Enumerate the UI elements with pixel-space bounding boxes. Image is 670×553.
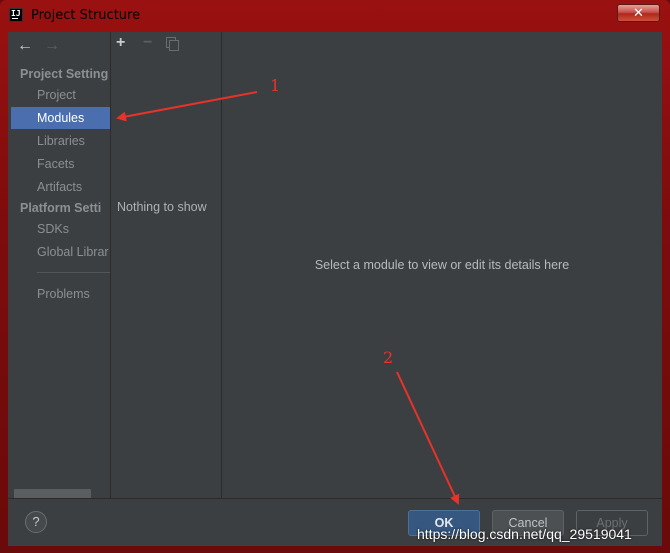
nav-item-global-libraries[interactable]: Global Librar [11,241,110,263]
project-settings-header: Project Setting [20,67,109,81]
platform-settings-header: Platform Setti [20,201,102,215]
footer-divider [8,498,662,499]
back-arrow-icon[interactable]: ← [17,37,33,55]
window-frame: IJ Project Structure ✕ ← → Project Setti… [0,0,670,553]
dialog-content: ← → Project Setting Project Modules Libr… [8,32,662,546]
module-list-panel: + − Nothing to show [111,32,221,498]
window-title: Project Structure [31,8,141,23]
nav-item-modules[interactable]: Modules [11,107,110,129]
nav-item-problems[interactable]: Problems [11,283,110,305]
close-button[interactable]: ✕ [617,4,660,22]
nav-item-sdks[interactable]: SDKs [11,218,110,240]
nav-horizontal-scrollbar[interactable] [14,489,91,498]
module-detail-panel: Select a module to view or edit its deta… [222,32,662,498]
nav-item-libraries[interactable]: Libraries [11,130,110,152]
annotation-label-1: 1 [270,76,281,95]
nav-item-project[interactable]: Project [11,84,110,106]
module-list-empty-text: Nothing to show [117,200,207,214]
annotation-label-2: 2 [383,348,394,367]
forward-arrow-icon[interactable]: → [44,37,60,55]
settings-navigation: ← → Project Setting Project Modules Libr… [11,32,110,498]
watermark-text: https://blog.csdn.net/qq_29519041 [417,526,632,542]
help-button[interactable]: ? [25,511,47,533]
nav-divider [37,272,110,273]
copy-icon[interactable] [166,37,179,51]
detail-placeholder-text: Select a module to view or edit its deta… [314,258,570,272]
nav-item-facets[interactable]: Facets [11,153,110,175]
add-icon[interactable]: + [116,34,125,52]
intellij-app-icon: IJ [9,8,23,22]
nav-item-artifacts[interactable]: Artifacts [11,176,110,198]
title-bar[interactable]: IJ Project Structure ✕ [0,0,670,32]
remove-icon[interactable]: − [143,34,152,52]
